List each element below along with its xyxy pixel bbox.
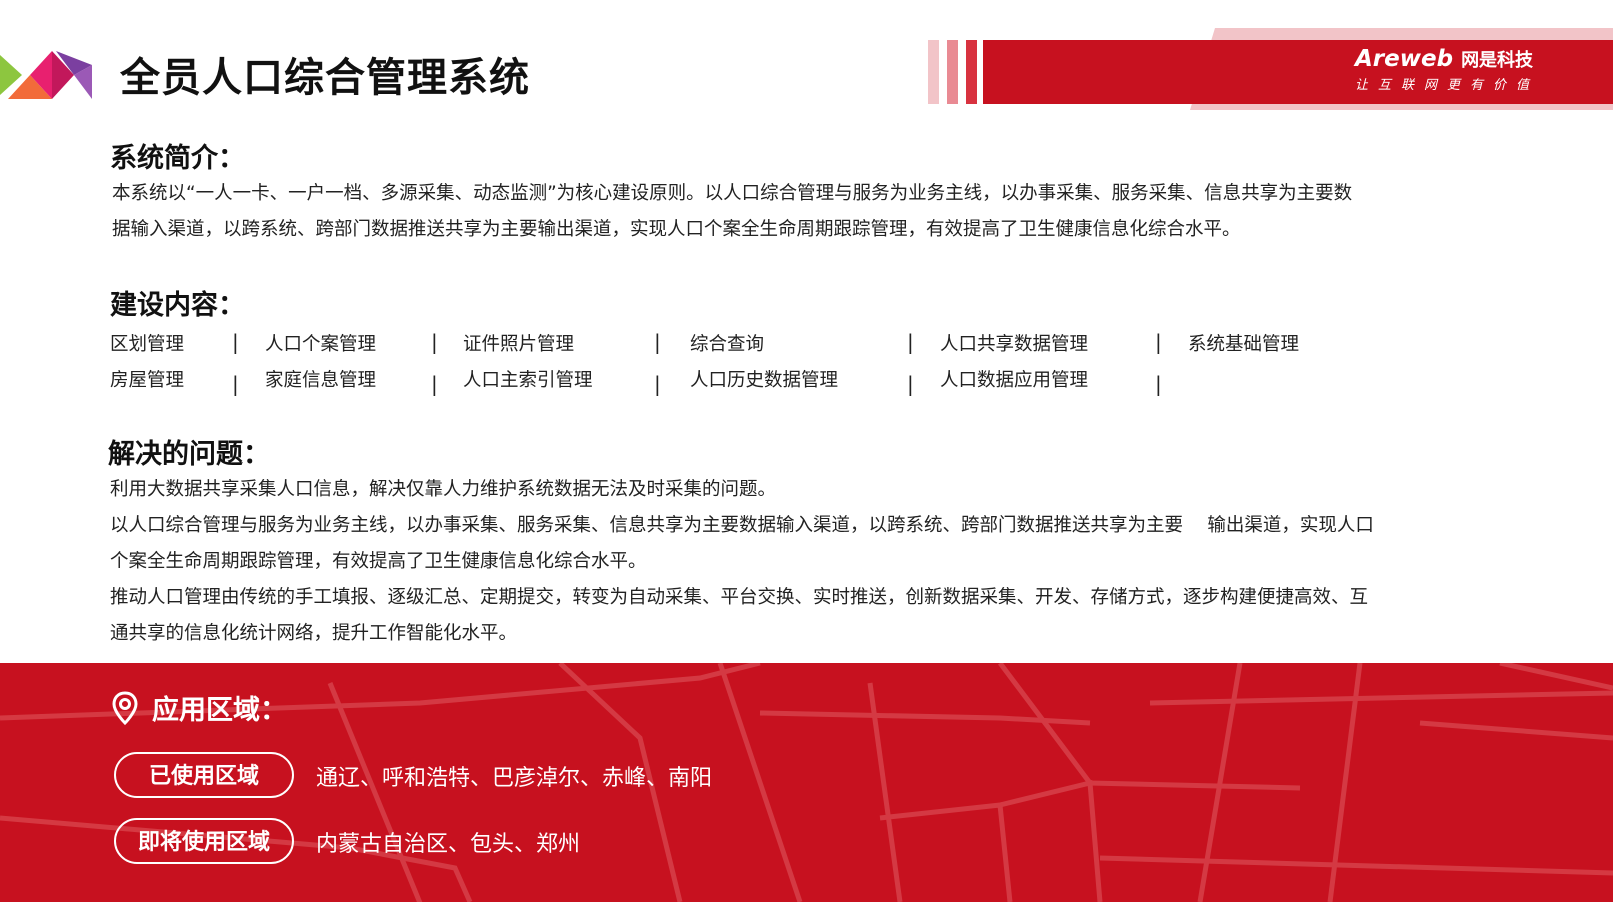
regions-heading: 应用区域： (152, 695, 287, 726)
intro-line-2: 据输入渠道，以跨系统、跨部门数据推送共享为主要输出渠道，实现人口个案全生命周期跟… (112, 219, 1241, 240)
brand-name: Areweb (1355, 46, 1454, 72)
separator: | (431, 330, 438, 354)
content-item: 系统基础管理 (1188, 334, 1300, 355)
upcoming-regions-label: 即将使用区域 (114, 818, 294, 864)
brand-slogan: 让互联网更有价值 (1355, 78, 1540, 93)
content-item: 综合查询 (690, 334, 765, 355)
problems-heading: 解决的问题： (108, 439, 270, 470)
separator: | (232, 330, 239, 354)
problem-line-5: 通共享的信息化统计网络，提升工作智能化水平。 (110, 623, 518, 644)
content-item: 人口共享数据管理 (940, 334, 1089, 355)
content-item: 家庭信息管理 (265, 370, 377, 391)
separator: | (654, 372, 661, 396)
problem-line-4: 推动人口管理由传统的手工填报、逐级汇总、定期提交，转变为自动采集、平台交换、实时… (110, 587, 1369, 608)
separator: | (654, 330, 661, 354)
content-item: 区划管理 (110, 334, 185, 355)
content-item: 房屋管理 (110, 370, 185, 391)
brand-name-cn: 网是科技 (1461, 50, 1534, 71)
brand-logo: Areweb 网是科技 让互联网更有价值 (1355, 46, 1595, 96)
problem-line-2: 以人口综合管理与服务为业务主线，以办事采集、服务采集、信息共享为主要数据输入渠道… (110, 515, 1374, 536)
intro-heading: 系统简介： (110, 143, 245, 174)
upcoming-regions-value: 内蒙古自治区、包头、郑州 (316, 832, 581, 857)
used-regions-label: 已使用区域 (114, 752, 294, 798)
content-item: 人口数据应用管理 (940, 370, 1089, 391)
separator: | (232, 372, 239, 396)
content-item: 人口历史数据管理 (690, 370, 839, 391)
content-item: 人口主索引管理 (463, 370, 593, 391)
problem-line-1: 利用大数据共享采集人口信息，解决仅靠人力维护系统数据无法及时采集的问题。 (110, 479, 777, 500)
used-regions-value: 通辽、呼和浩特、巴彦淖尔、赤峰、南阳 (316, 766, 713, 791)
separator: | (1155, 330, 1162, 354)
separator: | (1155, 372, 1162, 396)
content-item: 人口个案管理 (265, 334, 377, 355)
separator: | (431, 372, 438, 396)
location-pin-icon (112, 691, 138, 726)
problem-line-3: 个案全生命周期跟踪管理，有效提高了卫生健康信息化综合水平。 (110, 551, 647, 572)
content-item: 证件照片管理 (463, 334, 575, 355)
separator: | (907, 330, 914, 354)
intro-line-1: 本系统以“一人一卡、一户一档、多源采集、动态监测”为核心建设原则。以人口综合管理… (112, 183, 1353, 204)
separator: | (907, 372, 914, 396)
construction-heading: 建设内容： (110, 290, 245, 321)
